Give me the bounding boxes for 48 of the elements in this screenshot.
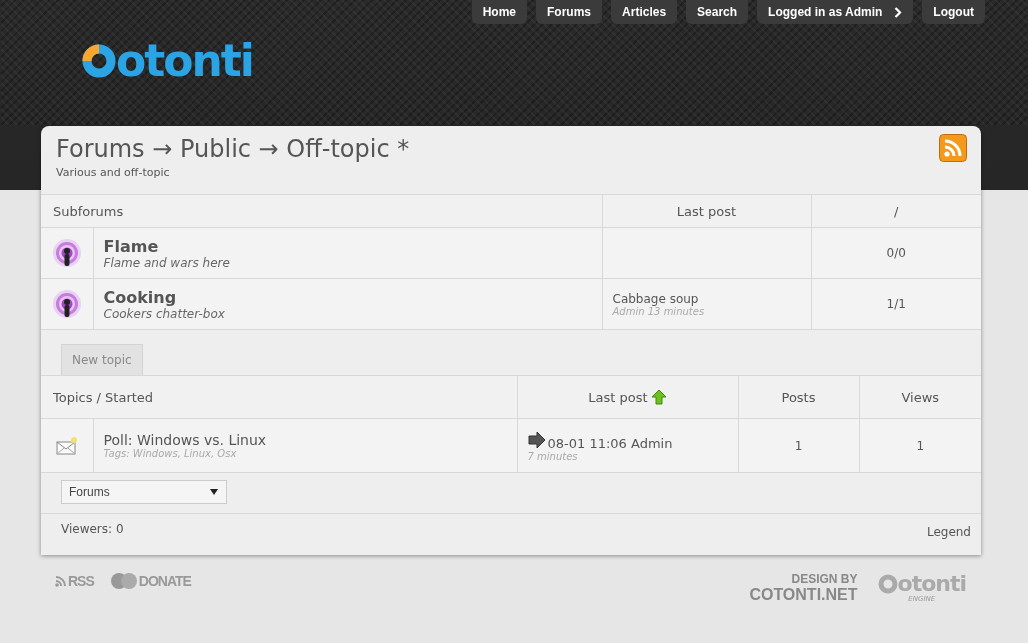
- nav-link[interactable]: Forums: [536, 0, 603, 24]
- column-header[interactable]: Posts: [781, 389, 816, 405]
- subforum-description: Cookers chatter-box: [103, 306, 226, 321]
- legend-link[interactable]: Legend: [926, 525, 971, 539]
- site-logo[interactable]: otonti: [82, 36, 253, 86]
- column-header: /: [894, 203, 899, 219]
- page-subtitle: Various and off-topic: [56, 166, 171, 179]
- column-header[interactable]: Last post: [588, 389, 648, 405]
- last-post-info: 08-01 11:06 Admin: [547, 435, 673, 451]
- podcast-icon: [51, 238, 82, 268]
- podcast-icon: [51, 289, 82, 319]
- subforum-link[interactable]: Cooking: [103, 287, 601, 307]
- last-post-link[interactable]: Cabbage soup: [612, 291, 810, 306]
- card-circles-icon: [109, 573, 138, 589]
- topic-link[interactable]: Poll: Windows vs. Linux: [103, 432, 516, 448]
- design-credit: DESIGN BY: [791, 573, 858, 586]
- subforum-description: Flame and wars here: [103, 255, 231, 270]
- nav-link[interactable]: Search: [686, 0, 749, 24]
- nav-link[interactable]: Articles: [611, 0, 678, 24]
- viewers-count: Viewers: 0: [61, 522, 124, 538]
- feed-icon: [55, 575, 67, 587]
- views-count: 1: [916, 438, 925, 453]
- page-title: Forums → Public → Off-topic *: [56, 134, 410, 164]
- post-count: 0/0: [886, 246, 906, 260]
- logo-ring-icon: [877, 574, 898, 594]
- column-header: Subforums: [53, 203, 124, 219]
- topic-tags: Tags: Windows, Linux, Osx: [103, 448, 516, 459]
- subforum-link[interactable]: Flame: [103, 236, 601, 256]
- arrow-right-icon[interactable]: [527, 432, 546, 448]
- nav-link[interactable]: Home: [471, 0, 528, 24]
- posts-count: 1: [794, 438, 803, 453]
- post-count: 1/1: [886, 297, 906, 311]
- logo-ring-icon: [82, 44, 116, 78]
- column-header: Last post: [676, 203, 737, 219]
- engine-logo-text: otonti: [897, 573, 966, 595]
- user-menu[interactable]: Logged in as Admin: [757, 0, 914, 24]
- nav-link[interactable]: Logout: [922, 0, 985, 24]
- chevron-icon: [894, 6, 903, 18]
- last-post-meta: Admin 13 minutes: [612, 305, 706, 317]
- column-header[interactable]: Views: [901, 389, 940, 405]
- last-post-age: 7 minutes: [527, 450, 579, 462]
- sort-up-icon[interactable]: [650, 389, 667, 406]
- column-header[interactable]: Topics / Started: [53, 389, 154, 405]
- logo-text: otonti: [116, 36, 253, 86]
- rss-icon[interactable]: [939, 134, 967, 162]
- forum-jump-select[interactable]: Forums: [61, 480, 227, 504]
- caret-icon: [210, 489, 218, 495]
- envelope-icon: [55, 435, 78, 456]
